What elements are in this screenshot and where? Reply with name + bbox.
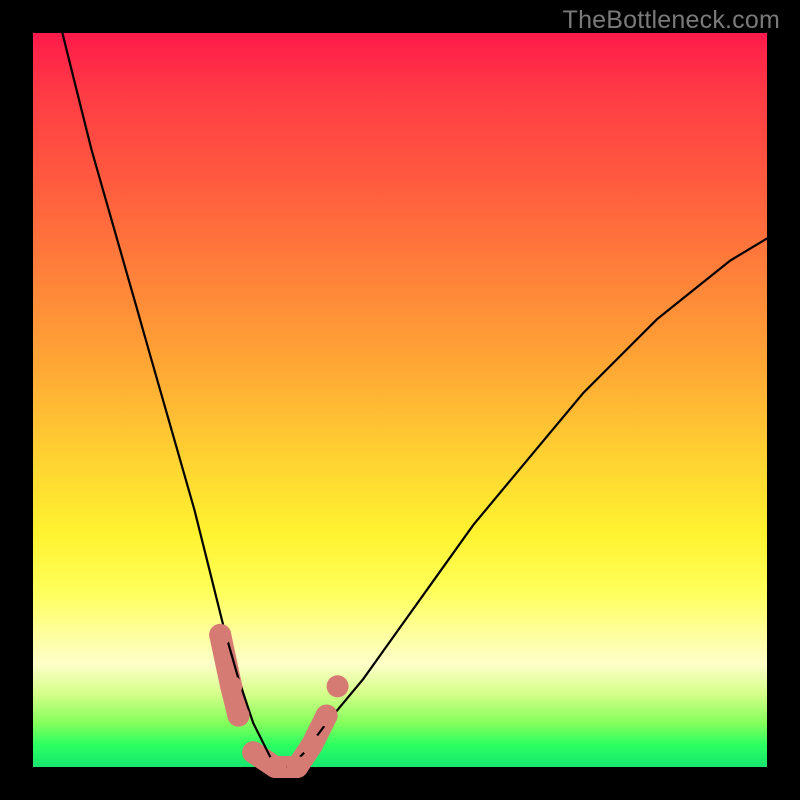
marker-dot: [264, 756, 286, 778]
watermark-text: TheBottleneck.com: [563, 6, 780, 35]
bottleneck-curve: [62, 33, 767, 767]
marker-dot: [209, 624, 231, 646]
marker-dot: [327, 675, 349, 697]
chart-frame: TheBottleneck.com: [0, 0, 800, 800]
marker-dot: [286, 756, 308, 778]
marker-dot: [242, 741, 264, 763]
marker-dot: [220, 675, 242, 697]
marker-dot: [316, 705, 338, 727]
marker-dot: [228, 705, 250, 727]
chart-svg-layer: [33, 33, 767, 767]
marker-dot: [301, 734, 323, 756]
